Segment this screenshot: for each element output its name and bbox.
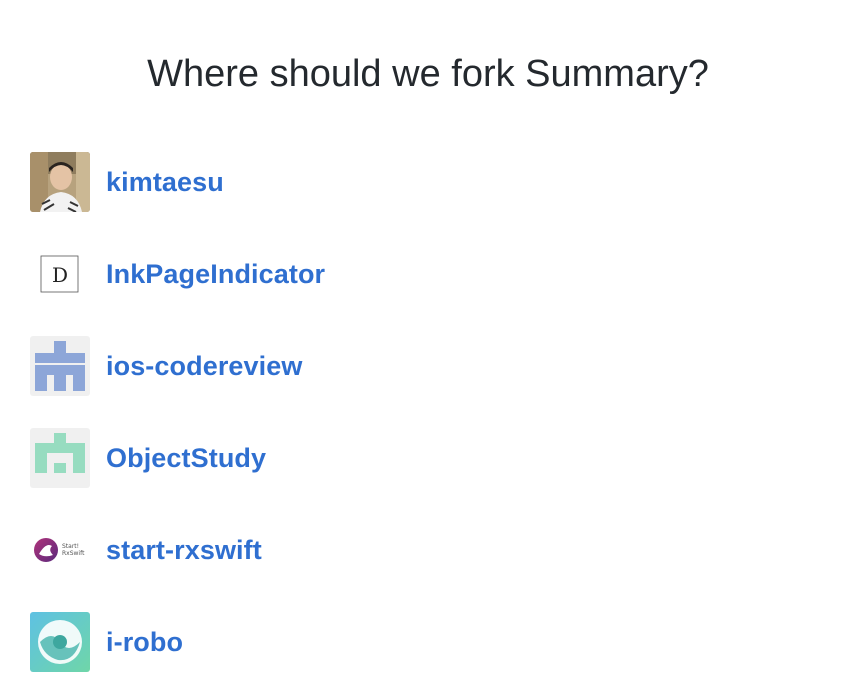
rxswift-text-2: RxSwift <box>62 550 85 557</box>
page-title: Where should we fork Summary? <box>147 53 709 95</box>
i-robo-logo-avatar-icon <box>30 612 90 672</box>
account-name-objectstudy: ObjectStudy <box>106 442 267 473</box>
account-name-ios-codereview: ios-codereview <box>106 350 303 381</box>
identicon-green-avatar-icon <box>30 428 90 488</box>
avatar-letter: D <box>52 263 68 287</box>
account-name-i-robo: i-robo <box>106 626 184 657</box>
account-name-start-rxswift: start-rxswift <box>106 534 262 565</box>
rxswift-text-1: Start! <box>62 543 79 550</box>
fork-target-kimtaesu[interactable]: kimtaesu <box>30 152 224 212</box>
identicon-blue-avatar-icon <box>30 336 90 396</box>
user-photo-avatar-icon <box>30 152 90 212</box>
account-name-inkpageindicator: InkPageIndicator <box>106 258 326 289</box>
fork-target-inkpageindicator[interactable]: D InkPageIndicator <box>30 244 325 304</box>
fork-target-ios-codereview[interactable]: ios-codereview <box>30 336 302 396</box>
account-name-kimtaesu: kimtaesu <box>106 166 224 197</box>
fork-target-start-rxswift[interactable]: Start! RxSwift start-rxswift <box>30 520 262 580</box>
fork-target-objectstudy[interactable]: ObjectStudy <box>30 428 266 488</box>
letter-d-avatar-icon: D <box>30 244 90 304</box>
fork-target-i-robo[interactable]: i-robo <box>30 612 183 672</box>
rxswift-logo-avatar-icon: Start! RxSwift <box>30 520 90 580</box>
